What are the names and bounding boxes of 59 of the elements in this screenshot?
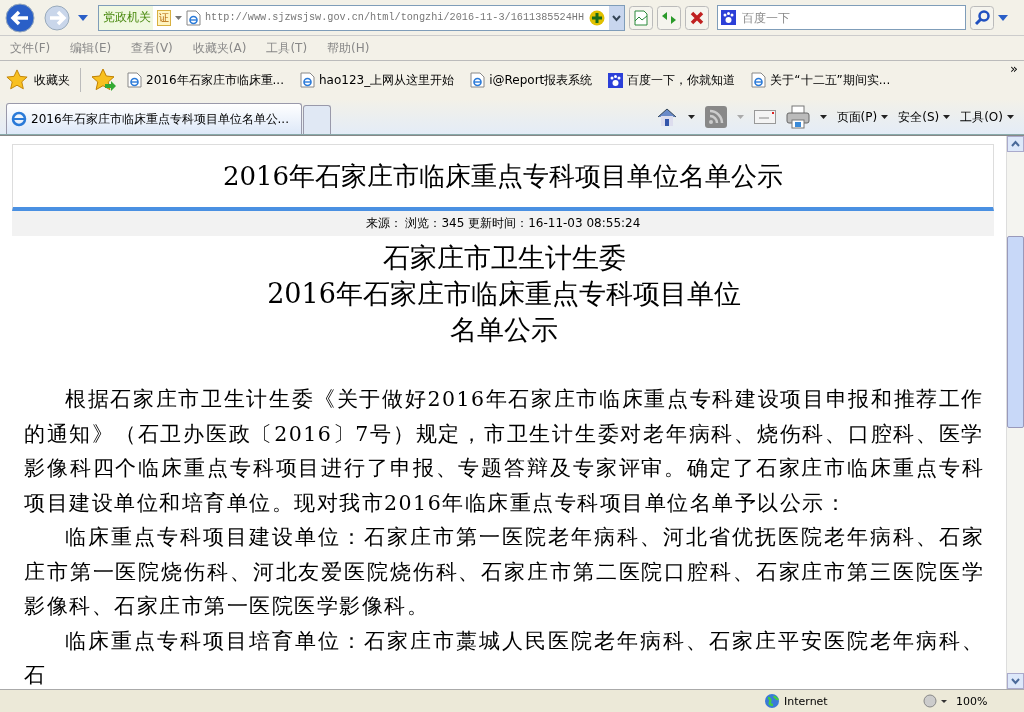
caret-icon[interactable] [881, 115, 889, 119]
favorites-button[interactable]: 收藏夹 [6, 69, 70, 91]
paw-icon [608, 72, 624, 88]
url-text: http://www.sjzwsjsw.gov.cn/html/tongzhi/2016-11-3/1611385524HH [205, 12, 585, 23]
mail-icon[interactable] [753, 110, 776, 124]
home-icon[interactable] [655, 106, 678, 128]
article-heading: 名单公示 [449, 313, 559, 347]
cert-badge: 证 [157, 9, 171, 26]
browser-tab[interactable]: 2016年石家庄市临床重点专科项目单位名单公... [6, 103, 302, 134]
scroll-up-button[interactable] [1007, 136, 1024, 152]
page-icon [186, 9, 201, 26]
browser-logo-icon [11, 111, 27, 127]
search-icon[interactable] [970, 5, 994, 30]
star-icon [6, 69, 28, 91]
site-tag: 党政机关 [99, 5, 153, 30]
add-favorite-icon[interactable] [91, 68, 117, 92]
search-field[interactable]: 百度一下 [717, 5, 966, 30]
compat-view-icon[interactable] [629, 5, 653, 30]
favorite-link[interactable]: 百度一下，你就知道 [608, 71, 736, 89]
new-tab-button[interactable] [303, 105, 331, 134]
paw-icon [721, 10, 736, 25]
scrollbar[interactable] [1006, 136, 1024, 689]
search-input[interactable]: 百度一下 [740, 9, 944, 26]
scroll-down-button[interactable] [1007, 673, 1024, 689]
zoom-level[interactable]: 100% [956, 694, 1016, 708]
more-chevron[interactable]: » [1010, 61, 1018, 76]
printer-icon[interactable] [785, 105, 810, 129]
refresh-icon[interactable] [657, 5, 681, 30]
dropdown-icon[interactable] [609, 5, 624, 30]
paragraph: 根据石家庄市卫生计生委《关于做好2016年石家庄市临床重点专科建设项目申报和推荐工作的通知》（石卫办医政〔2016〕7号）规定，市卫生计生委对老年病科、烧伤科、口腔科、医学影像科四个临床重点专科项目进行了申报、专题答辩及专家评审。确定了石家庄市临床重点专科项目建设单位和培育单位。现对我市2016年临床重点专科项目单位名单予以公示： [24, 386, 984, 517]
feed-icon[interactable] [704, 106, 727, 128]
command-menu[interactable]: 页面(P) [836, 108, 889, 126]
command-menu[interactable]: 安全(S) [898, 108, 951, 126]
protected-mode-icon[interactable] [922, 693, 948, 709]
back-icon[interactable] [4, 2, 38, 33]
paragraph: 临床重点专科项目培育单位：石家庄市藁城人民医院老年病科、石家庄平安医院老年病科、石 [24, 627, 984, 689]
globe-icon [764, 693, 780, 709]
page-title: 2016年石家庄市临床重点专科项目单位名单公示 [222, 159, 784, 193]
article-heading: 2016年石家庄市临床重点专科项目单位 [266, 277, 742, 311]
dropdown-icon[interactable] [687, 115, 695, 119]
page-icon [127, 72, 142, 88]
article-meta: 来源： 浏览：345 更新时间：16-11-03 08:55:24 [12, 211, 994, 236]
caret-icon[interactable] [1007, 115, 1014, 119]
favorite-link[interactable]: 关于“十二五”期间实... [751, 71, 891, 89]
caret-icon[interactable] [943, 115, 951, 119]
page-icon [470, 72, 486, 88]
favorite-link[interactable]: i@Report报表系统 [470, 71, 593, 89]
page-icon [751, 72, 767, 88]
command-menu[interactable]: 工具(O) [960, 108, 1014, 126]
favorite-link[interactable]: hao123_上网从这里开始 [300, 71, 455, 89]
plus-icon[interactable] [589, 9, 605, 26]
zone-status: Internet [764, 693, 914, 709]
article-heading: 石家庄市卫生计生委 [381, 241, 627, 275]
dropdown-icon[interactable] [819, 115, 827, 119]
address-bar[interactable]: 党政机关 证 http://www.sjzwsjsw.gov.cn/html/tongzhi/2016-11-3/1611385524HH [98, 4, 625, 31]
favorite-link[interactable]: 2016年石家庄市临床重... [127, 71, 284, 89]
paragraph: 临床重点专科项目建设单位：石家庄市第一医院老年病科、河北省优抚医院老年病科、石家庄市第一医院烧伤科、河北友爱医院烧伤科、石家庄市第二医院口腔科、石家庄市第三医院医学影像科、石家庄市第一医院医学影像科。 [24, 524, 984, 620]
stop-icon[interactable] [685, 5, 709, 30]
page-icon [300, 72, 315, 88]
